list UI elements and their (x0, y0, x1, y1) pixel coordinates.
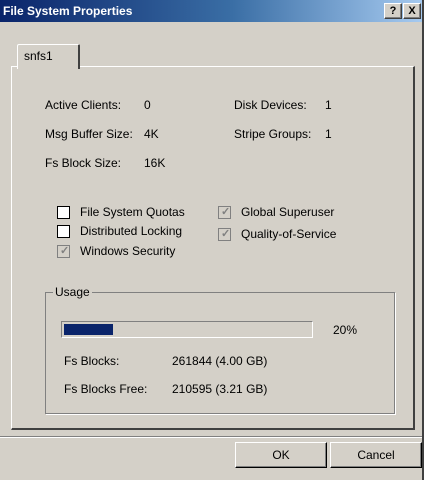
tab-label: snfs1 (24, 49, 53, 63)
global-superuser-checkbox[interactable]: ✓ (218, 206, 231, 219)
usage-percent: 20% (333, 323, 358, 337)
quality-of-service-checkbox[interactable]: ✓ (218, 228, 231, 241)
check-icon: ✓ (60, 245, 70, 257)
usage-group-title: Usage (53, 285, 92, 299)
usage-progress-fill (64, 324, 113, 335)
title-bar[interactable]: File System Properties ? X (0, 0, 422, 22)
active-clients-value: 0 (144, 98, 151, 112)
windows-security-checkbox[interactable]: ✓ (57, 245, 70, 258)
help-button[interactable]: ? (384, 3, 402, 19)
global-superuser-label: Global Superuser (241, 205, 335, 219)
msg-buffer-size-value: 4K (144, 127, 159, 141)
msg-buffer-size-label: Msg Buffer Size: (45, 127, 133, 141)
fs-block-size-label: Fs Block Size: (45, 156, 122, 170)
tab-snfs1[interactable]: snfs1 (17, 44, 80, 69)
file-system-properties-dialog: File System Properties ? X snfs1 Active … (0, 0, 424, 480)
fs-blocks-free-label: Fs Blocks Free: (64, 382, 148, 396)
close-button[interactable]: X (403, 3, 421, 19)
stripe-groups-value: 1 (325, 127, 332, 141)
disk-devices-label: Disk Devices: (234, 98, 307, 112)
fs-block-size-value: 16K (144, 156, 166, 170)
fs-blocks-label: Fs Blocks: (64, 354, 120, 368)
disk-devices-value: 1 (325, 98, 332, 112)
footer-separator (0, 436, 422, 438)
file-system-quotas-checkbox[interactable] (57, 206, 70, 219)
active-clients-label: Active Clients: (45, 98, 122, 112)
file-system-quotas-label: File System Quotas (80, 205, 185, 219)
cancel-button[interactable]: Cancel (330, 442, 422, 468)
check-icon: ✓ (221, 228, 231, 240)
ok-button[interactable]: OK (235, 442, 327, 468)
distributed-locking-label: Distributed Locking (80, 224, 183, 238)
fs-blocks-value: 261844 (4.00 GB) (172, 354, 268, 368)
windows-security-label: Windows Security (80, 244, 176, 258)
distributed-locking-checkbox[interactable] (57, 225, 70, 238)
check-icon: ✓ (221, 206, 231, 218)
window-title: File System Properties (3, 4, 133, 18)
fs-blocks-free-value: 210595 (3.21 GB) (172, 382, 268, 396)
usage-progress-bar (61, 321, 313, 338)
stripe-groups-label: Stripe Groups: (234, 127, 312, 141)
quality-of-service-label: Quality-of-Service (241, 227, 337, 241)
